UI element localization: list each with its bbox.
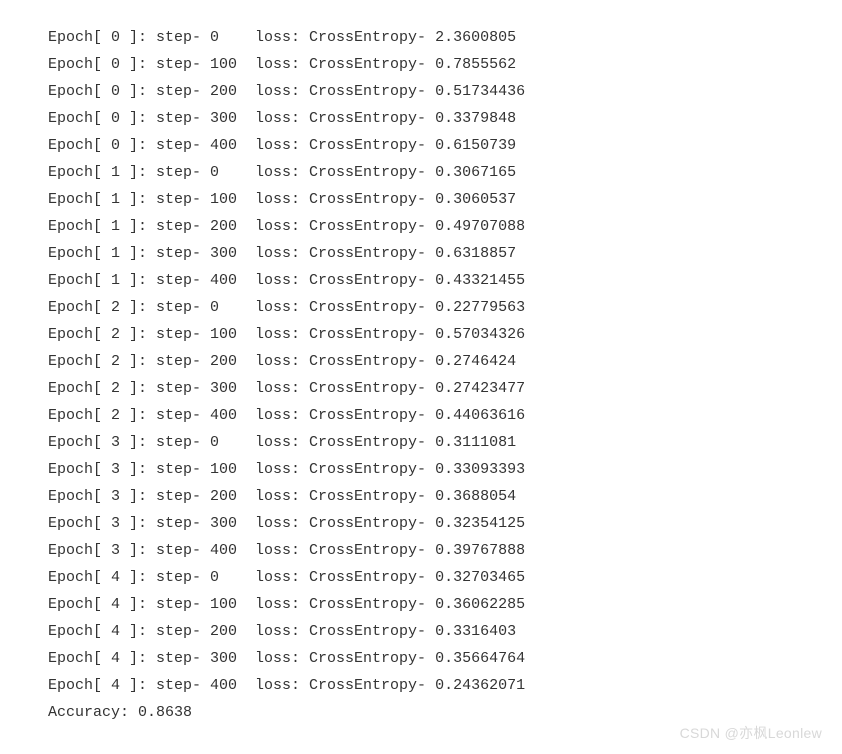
csdn-watermark: CSDN @亦枫Leonlew (680, 721, 822, 746)
training-log-output: Epoch[ 0 ]: step- 0 loss: CrossEntropy- … (48, 24, 842, 726)
